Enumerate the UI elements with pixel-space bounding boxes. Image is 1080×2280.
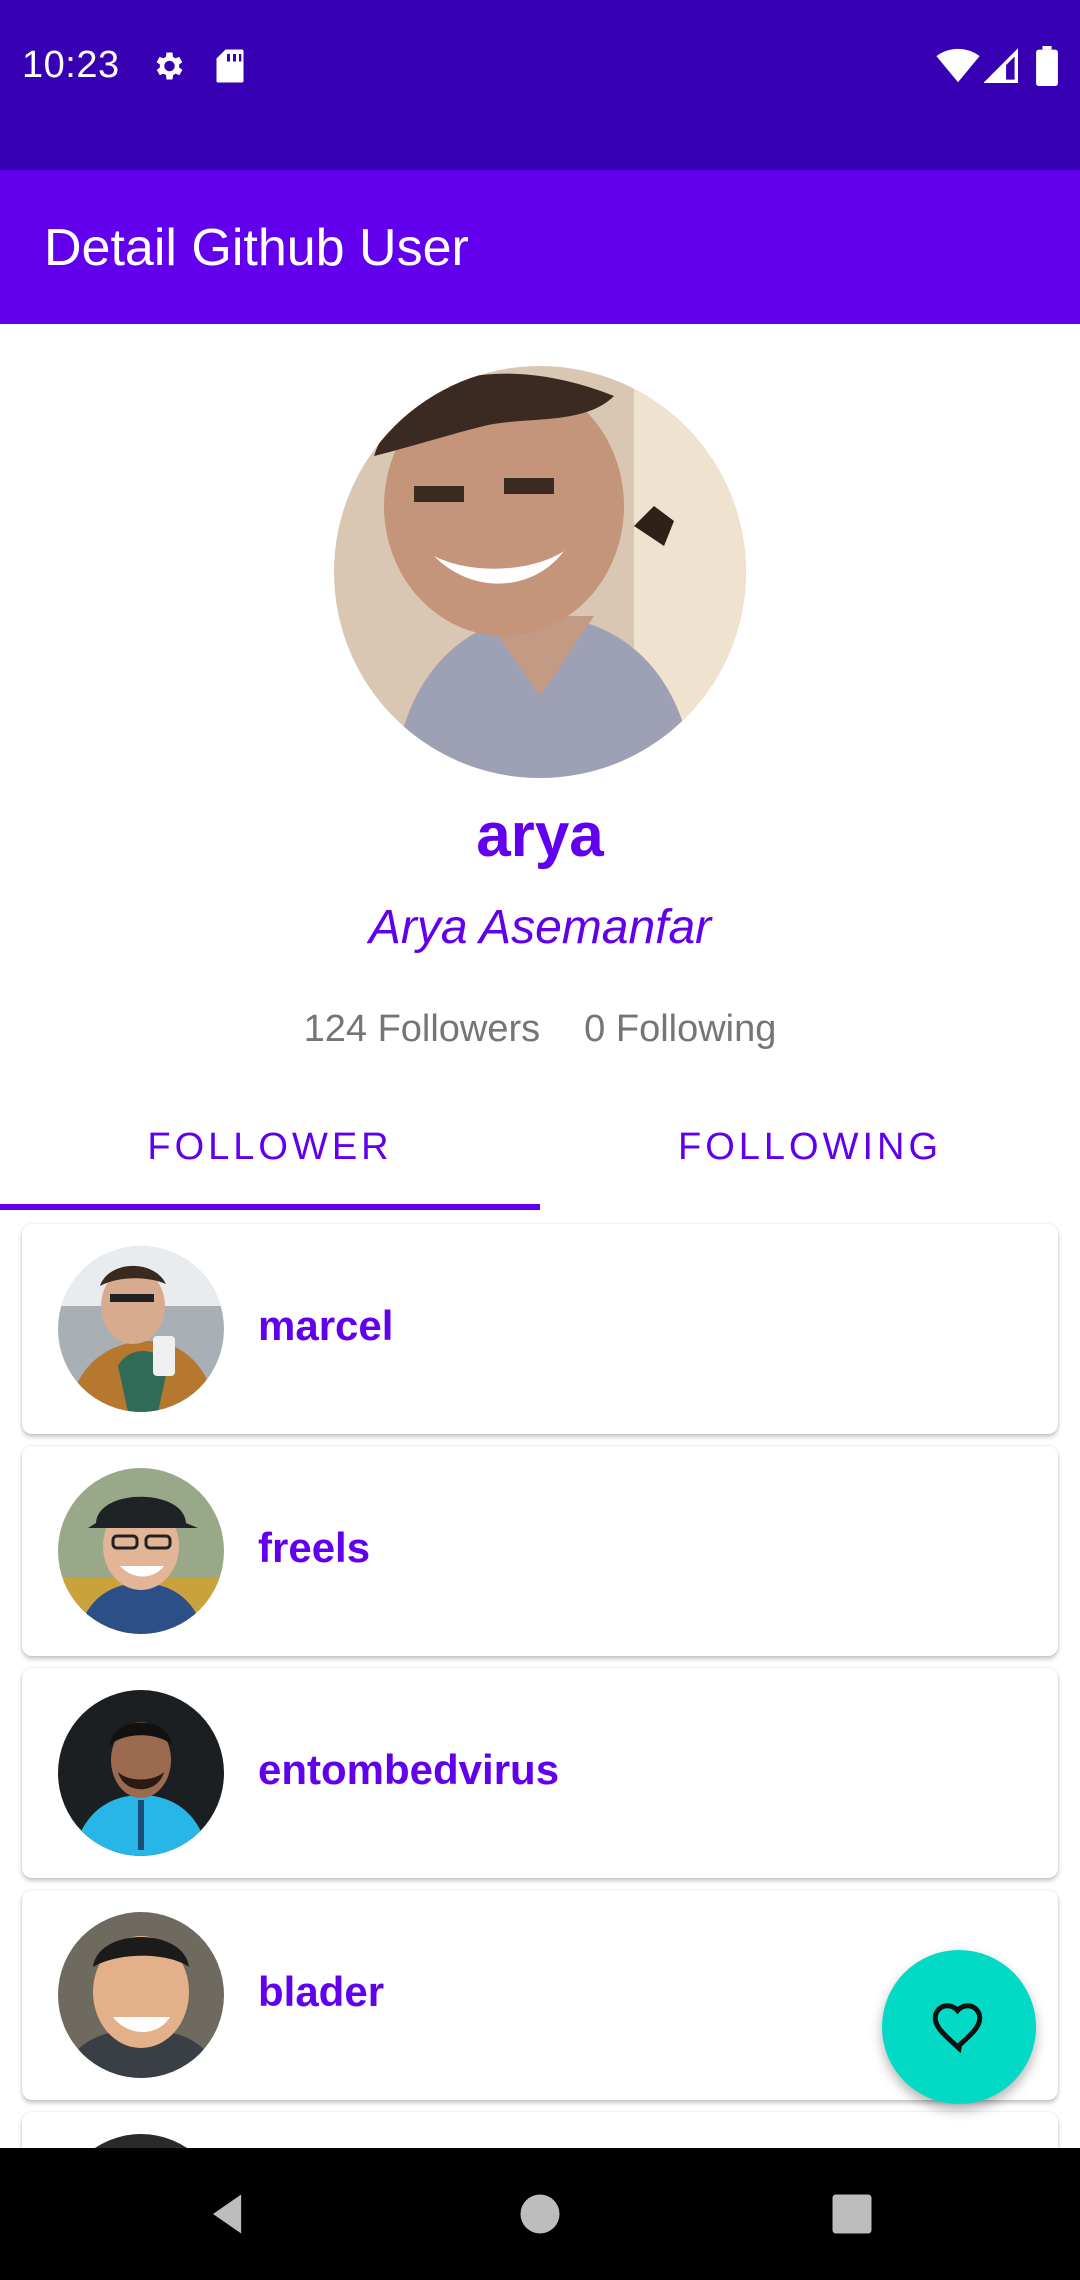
following-count: 0 Following bbox=[584, 1008, 777, 1050]
tab-indicator bbox=[0, 1204, 540, 1210]
user-login: marcel bbox=[258, 1302, 394, 1349]
system-nav-bar bbox=[0, 2148, 1080, 2280]
user-avatar bbox=[58, 1246, 224, 1412]
status-time: 10:23 bbox=[22, 44, 120, 86]
tab-following[interactable]: FOLLOWING bbox=[540, 1090, 1080, 1214]
screen: 10:23 Detail Github User arya Arya Asema… bbox=[0, 0, 1080, 2280]
heart-outline-icon bbox=[932, 2003, 983, 2054]
user-avatar bbox=[58, 1468, 224, 1634]
favorite-fab[interactable] bbox=[882, 1950, 1036, 2104]
status-bar: 10:23 bbox=[0, 0, 1080, 170]
wifi-icon bbox=[936, 48, 980, 83]
followers-count: 124 Followers bbox=[303, 1008, 541, 1050]
profile-username: arya bbox=[476, 801, 604, 870]
user-avatar bbox=[58, 1912, 224, 2078]
user-avatar bbox=[58, 1690, 224, 1856]
signal-icon bbox=[984, 48, 1018, 83]
user-login: freels bbox=[258, 1524, 371, 1571]
home-icon[interactable] bbox=[514, 2188, 566, 2240]
profile-avatar bbox=[334, 366, 746, 778]
gear-icon bbox=[156, 52, 183, 80]
recents-icon[interactable] bbox=[826, 2188, 878, 2240]
list-item[interactable]: entombedvirus bbox=[22, 1668, 1058, 1878]
tab-bar: FOLLOWER FOLLOWING bbox=[0, 1090, 1080, 1214]
user-login: entombedvirus bbox=[258, 1746, 560, 1793]
app-title: Detail Github User bbox=[44, 219, 469, 277]
profile-counts: 124 Followers 0 Following bbox=[0, 1008, 1080, 1051]
list-item[interactable]: marcel bbox=[22, 1224, 1058, 1434]
list-item[interactable]: freels bbox=[22, 1446, 1058, 1656]
tab-follower[interactable]: FOLLOWER bbox=[0, 1090, 540, 1214]
profile-full-name: Arya Asemanfar bbox=[368, 901, 712, 954]
user-login: blader bbox=[258, 1968, 385, 2015]
battery-icon bbox=[1036, 46, 1058, 86]
app-bar: Detail Github User bbox=[0, 170, 1080, 324]
back-icon[interactable] bbox=[200, 2188, 252, 2240]
sd-card-icon bbox=[216, 49, 244, 83]
